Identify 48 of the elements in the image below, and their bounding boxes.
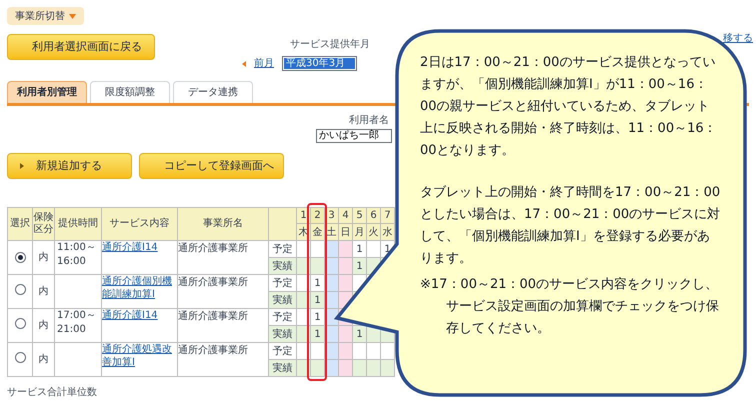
date-header: 2 — [310, 208, 324, 224]
table-cell: 実績 — [268, 258, 296, 274]
action-button[interactable]: 新規追加する — [7, 153, 132, 179]
tab[interactable]: 利用者別管理 — [7, 81, 87, 103]
column-header: サービス内容 — [102, 208, 178, 240]
callout-text: 2日は17：00～21：00のサービス提供となっていますが、「個別機能訓練加算Ⅰ」が11：00～16：00の親サービスと紐付いているため、タブレット上に反映される開始・終了時刻は、11：00～16：00となります。 — [420, 54, 718, 160]
dropdown-icon — [69, 14, 76, 18]
period-label: サービス提供年月 — [290, 38, 370, 52]
action-button[interactable]: コピーして登録画面へ — [139, 153, 284, 179]
date-header: 5 — [352, 208, 366, 224]
table-cell: 内 — [32, 274, 54, 308]
date-header: 7 — [380, 208, 394, 224]
table-cell: 内 — [32, 240, 54, 274]
table-cell: 予定 — [268, 342, 296, 360]
back-arrow-icon — [242, 60, 246, 66]
table-cell: 予定 — [268, 308, 296, 326]
date-header: 6 — [366, 208, 380, 224]
tab[interactable]: データ連携 — [173, 81, 253, 103]
table-cell: 内 — [32, 342, 54, 376]
table-cell: 11:00～16:00 — [54, 240, 102, 274]
office-switch-button[interactable]: 事業所切替 — [7, 7, 84, 25]
callout-text: タブレット上の開始・終了時間を17：00～21：00としたい場合は、17：00～21：00のサービスに対して、「個別機能訓練加算Ⅰ」を登録する必要があります。 — [420, 184, 722, 268]
back-button[interactable]: 利用者選択画面に戻る — [7, 34, 155, 60]
previous-month-link[interactable]: 前月 — [254, 56, 274, 71]
column-header: 事業所名 — [178, 208, 268, 240]
column-header: 保険区分 — [32, 208, 54, 240]
table-cell: 実績 — [268, 326, 296, 342]
month-select[interactable]: 平成30年3月 — [282, 56, 357, 71]
radio-button[interactable] — [14, 318, 26, 328]
table-cell: 内 — [32, 308, 54, 342]
table-cell: 予定 — [268, 240, 296, 258]
column-header: 提供時間 — [54, 208, 102, 240]
user-name-label: 利用者名 — [349, 114, 389, 128]
table-cell: 実績 — [268, 360, 296, 376]
table-cell: 17:00～21:00 — [54, 308, 102, 342]
tab[interactable]: 限度額調整 — [90, 81, 170, 103]
total-units-label: サービス合計単位数 — [7, 386, 98, 400]
date-header: 4 — [338, 208, 352, 224]
caret-icon — [20, 163, 24, 169]
radio-button[interactable] — [14, 284, 26, 294]
transition-link[interactable]: 移する — [723, 33, 753, 45]
callout-note: ※17：00～21：00のサービス内容をクリックし、サービス設定画面の加算欄でチェックをつけ保存してください。 — [420, 276, 720, 338]
table-cell: 予定 — [268, 274, 296, 292]
column-header: 選択 — [8, 208, 32, 240]
user-name-field[interactable]: かいぱち一郎 — [316, 129, 392, 143]
radio-button[interactable] — [14, 352, 26, 362]
table-cell: 実績 — [268, 292, 296, 308]
radio-button[interactable] — [14, 252, 26, 263]
